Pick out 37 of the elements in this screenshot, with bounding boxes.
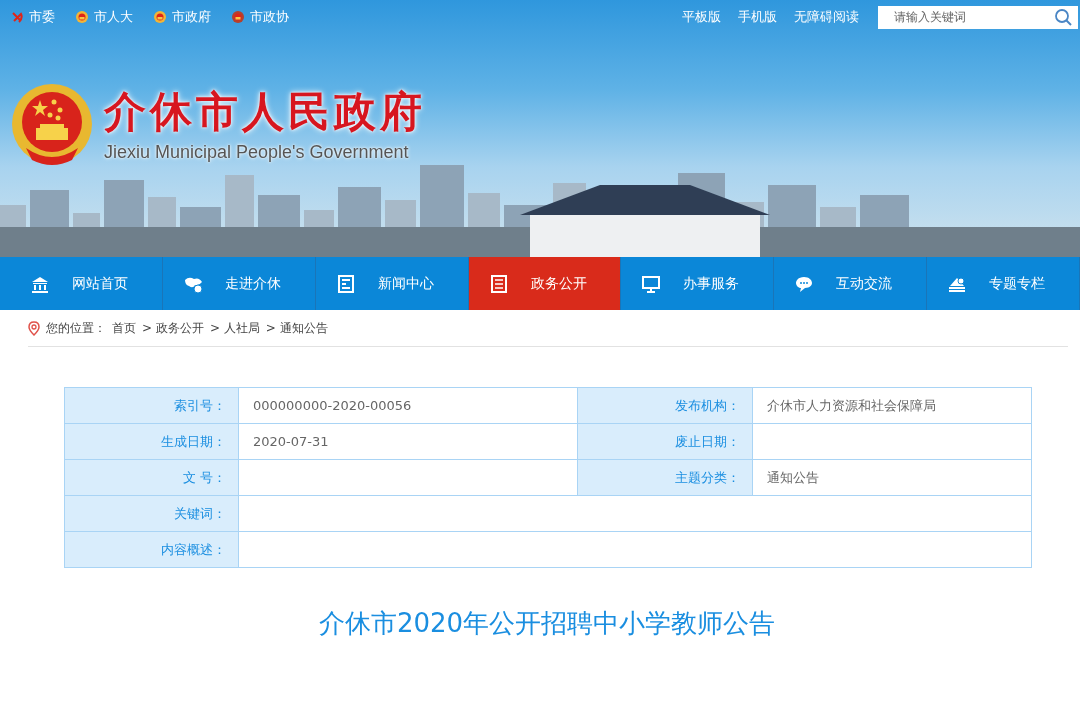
field-label: 发布机构： bbox=[578, 388, 753, 424]
field-label: 索引号： bbox=[65, 388, 239, 424]
top-link[interactable]: 无障碍阅读 bbox=[794, 8, 859, 26]
top-link[interactable]: 市政协 bbox=[231, 8, 289, 26]
field-label: 内容概述： bbox=[65, 532, 239, 568]
breadcrumb-label: 您的位置： bbox=[46, 319, 106, 337]
breadcrumb-link[interactable]: > 政务公开 bbox=[142, 319, 204, 337]
document-icon bbox=[335, 273, 356, 294]
top-link[interactable]: 市政府 bbox=[153, 8, 211, 26]
field-label: 文 号： bbox=[65, 460, 239, 496]
top-link[interactable]: 手机版 bbox=[738, 8, 777, 26]
field-value: 介休市人力资源和社会保障局 bbox=[753, 388, 1032, 424]
nav-tab[interactable]: 政务公开 bbox=[468, 257, 622, 310]
article-title: 介休市2020年公开招聘中小学教师公告 bbox=[317, 607, 777, 640]
field-value: 2020-07-31 bbox=[239, 424, 578, 460]
search-icon[interactable] bbox=[1054, 7, 1072, 26]
document-icon bbox=[488, 273, 509, 294]
field-label: 废止日期： bbox=[578, 424, 753, 460]
field-label: 生成日期： bbox=[65, 424, 239, 460]
emblem-icon bbox=[75, 10, 89, 24]
location-pin-icon bbox=[28, 320, 40, 336]
top-link[interactable]: 市委 bbox=[10, 8, 55, 26]
site-subtitle: Jiexiu Municipal People's Government bbox=[104, 141, 410, 163]
top-link[interactable]: 平板版 bbox=[682, 8, 721, 26]
field-value: 000000000-2020-00056 bbox=[239, 388, 578, 424]
field-label: 关键词： bbox=[65, 496, 239, 532]
monitor-icon bbox=[641, 273, 662, 294]
site-title: 介休市人民政府 bbox=[104, 89, 426, 136]
field-value: 通知公告 bbox=[753, 460, 1032, 496]
search-field[interactable]: 请输入关键词 bbox=[878, 5, 1078, 29]
emblem-icon bbox=[153, 10, 167, 24]
top-link[interactable]: 市人大 bbox=[75, 8, 133, 26]
breadcrumb-link[interactable]: 首页 bbox=[112, 319, 136, 337]
field-label: 主题分类： bbox=[578, 460, 753, 496]
emblem-icon bbox=[231, 10, 245, 24]
breadcrumb-link[interactable]: > 人社局 bbox=[209, 319, 260, 337]
breadcrumb-link[interactable]: > 通知公告 bbox=[265, 319, 328, 337]
